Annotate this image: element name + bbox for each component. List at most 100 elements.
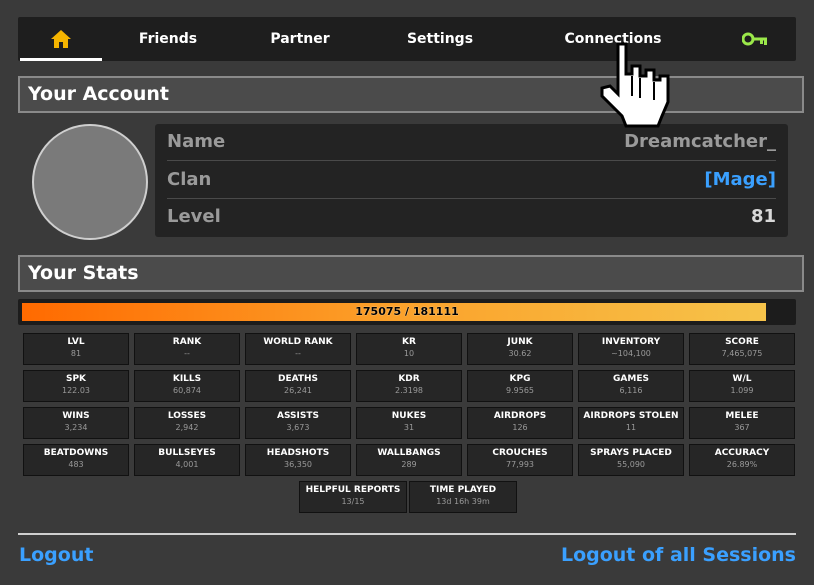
logout-link[interactable]: Logout [19,544,93,566]
stat-value: 2.3198 [395,386,423,395]
stat-value: 55,090 [617,460,645,469]
tab-home[interactable] [20,17,102,61]
stat-value: -- [184,349,190,358]
stat-tile: SPRAYS PLACED 55,090 [578,444,684,476]
stat-value: 9.9565 [506,386,534,395]
stat-label: DEATHS [277,374,319,384]
stat-value: 11 [625,423,637,432]
tab-friends[interactable]: Friends [118,17,218,61]
stat-tile: SPK 122.03 [23,370,129,402]
stat-value: 126 [512,423,528,432]
stat-label: AIRDROPS STOLEN [583,411,679,421]
stat-value: 31 [403,423,415,432]
stat-value: 6,116 [619,386,643,395]
stat-tile: DEATHS 26,241 [245,370,351,402]
stat-label: BULLSEYES [158,448,216,458]
stat-tile: BEATDOWNS 483 [23,444,129,476]
clan-link[interactable]: [Mage] [704,162,776,198]
stat-value: 13/15 [341,497,365,506]
stat-tile: BULLSEYES 4,001 [134,444,240,476]
stat-label: JUNK [507,337,533,347]
stat-label: KPG [509,374,531,384]
stat-tile: GAMES 6,116 [578,370,684,402]
stat-label: ACCURACY [714,448,770,458]
stat-value: 289 [401,460,417,469]
section-header-stats: Your Stats [18,255,804,292]
stat-value: 4,001 [175,460,199,469]
avatar [32,124,148,240]
stat-tile: WORLD RANK -- [245,333,351,365]
stat-value: 122.03 [62,386,90,395]
stat-tile: TIME PLAYED 13d 16h 39m [409,481,517,513]
stat-tile: JUNK 30.62 [467,333,573,365]
tab-key[interactable] [730,17,780,61]
stat-value: 367 [734,423,750,432]
clan-label: Clan [167,169,212,190]
xp-progress-bar: 175075 / 181111 [18,299,796,325]
stat-tile: RANK -- [134,333,240,365]
stat-label: SPRAYS PLACED [590,448,672,458]
stat-tile: KPG 9.9565 [467,370,573,402]
stat-value: 60,874 [173,386,201,395]
section-header-account: Your Account [18,76,804,113]
stat-value: 26.89% [726,460,758,469]
stat-value: 13d 16h 39m [436,497,490,506]
stat-label: RANK [172,337,202,347]
stat-tile: HELPFUL REPORTS 13/15 [299,481,407,513]
stat-label: AIRDROPS [493,411,547,421]
stat-tile: HEADSHOTS 36,350 [245,444,351,476]
stat-value: ~104,100 [611,349,651,358]
account-row-name: Name Dreamcatcher_ [167,124,776,161]
stat-label: WINS [62,411,90,421]
name-label: Name [167,131,226,152]
hand-cursor-icon [600,42,670,128]
account-info-panel: Name Dreamcatcher_ Clan [Mage] Level 81 [155,124,788,237]
stat-tile: ACCURACY 26.89% [689,444,795,476]
stat-label: TIME PLAYED [429,485,497,495]
stat-value: 10 [403,349,415,358]
stat-tile: NUKES 31 [356,407,462,439]
stat-tile: CROUCHES 77,993 [467,444,573,476]
stat-tile: LVL 81 [23,333,129,365]
stat-tile: KDR 2.3198 [356,370,462,402]
stat-value: 36,350 [284,460,312,469]
account-row-clan: Clan [Mage] [167,162,776,199]
key-icon [741,32,767,46]
tab-partner[interactable]: Partner [250,17,350,61]
stat-label: KDR [398,374,420,384]
stat-label: KR [402,337,416,347]
stat-tile: KILLS 60,874 [134,370,240,402]
stat-value: 26,241 [284,386,312,395]
stat-value: 483 [68,460,84,469]
stat-value: 1.099 [730,386,754,395]
stat-label: KILLS [172,374,202,384]
stat-tile: SCORE 7,465,075 [689,333,795,365]
stat-label: BEATDOWNS [43,448,109,458]
stat-tile: W/L 1.099 [689,370,795,402]
account-row-level: Level 81 [167,199,776,235]
stat-label: W/L [732,374,752,384]
stat-label: LVL [67,337,85,347]
stat-tile: ASSISTS 3,673 [245,407,351,439]
stat-label: SCORE [725,337,759,347]
logout-all-sessions-link[interactable]: Logout of all Sessions [561,544,796,566]
stat-label: NUKES [391,411,427,421]
stat-tile: INVENTORY ~104,100 [578,333,684,365]
stat-value: 81 [70,349,82,358]
stat-label: SPK [65,374,87,384]
home-icon [51,30,71,48]
stat-label: LOSSES [167,411,207,421]
stat-label: HELPFUL REPORTS [305,485,401,495]
stat-label: ASSISTS [277,411,319,421]
stat-tile: LOSSES 2,942 [134,407,240,439]
level-value: 81 [750,206,776,227]
stat-value: 2,942 [175,423,199,432]
stat-label: INVENTORY [601,337,661,347]
tab-settings[interactable]: Settings [390,17,490,61]
stat-value: 7,465,075 [721,349,763,358]
stat-label: WORLD RANK [263,337,333,347]
stat-label: CROUCHES [492,448,548,458]
stat-tile: WALLBANGS 289 [356,444,462,476]
stat-value: -- [295,349,301,358]
stat-value: 77,993 [506,460,534,469]
